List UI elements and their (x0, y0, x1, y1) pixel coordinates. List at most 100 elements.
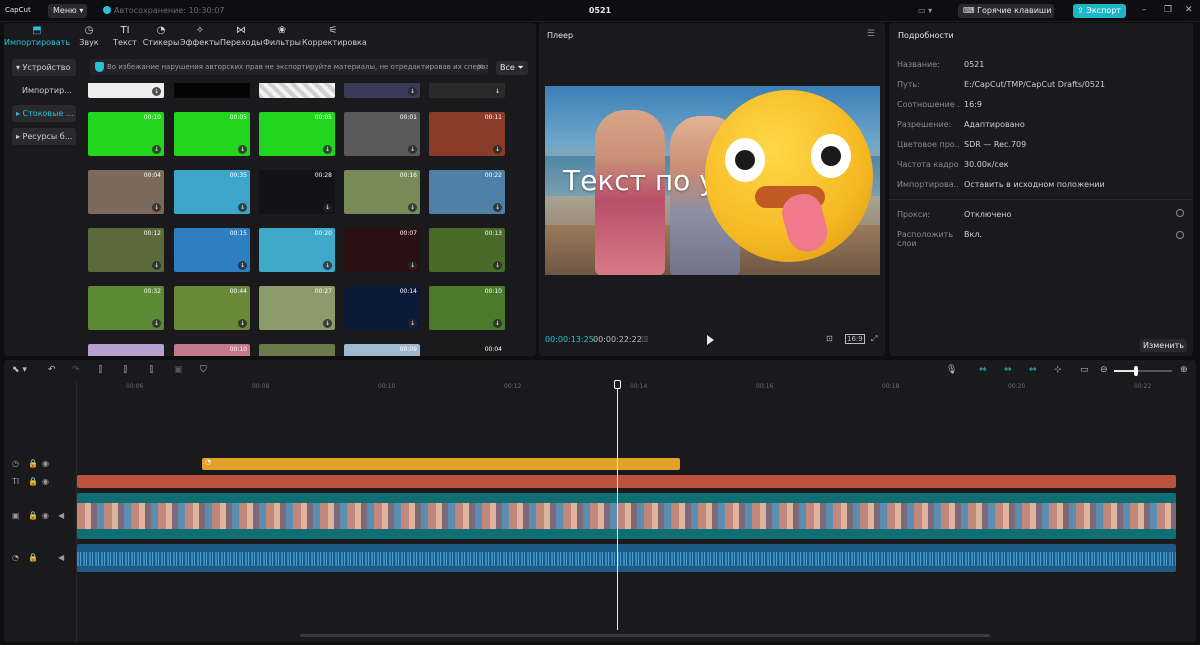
download-icon[interactable]: ↓ (493, 261, 502, 270)
download-icon[interactable]: ↓ (493, 145, 502, 154)
media-thumb[interactable]: ↓ (88, 83, 164, 98)
eye-icon[interactable]: ◉ (42, 511, 49, 520)
delete-left-icon[interactable]: ⫿ (124, 365, 127, 375)
download-icon[interactable]: ↓ (152, 87, 161, 96)
download-icon[interactable]: ↓ (408, 145, 417, 154)
download-icon[interactable]: ↓ (408, 87, 417, 96)
media-thumb[interactable]: 00:04↓ (88, 170, 164, 214)
info-icon[interactable] (1176, 209, 1184, 217)
download-icon[interactable]: ↓ (408, 203, 417, 212)
media-thumb[interactable] (174, 83, 250, 98)
media-thumb[interactable]: 00:10↓ (174, 344, 250, 356)
media-thumb[interactable]: 00:22 ↓ (429, 170, 505, 214)
sidebar-item-device[interactable]: ▾ Устройство (12, 59, 76, 76)
lock-icon[interactable]: 🔒 (28, 553, 38, 562)
aspect-ratio-button[interactable]: 16:9 (845, 334, 865, 344)
undo-icon[interactable]: ↶ (48, 365, 56, 375)
download-icon[interactable]: ↓ (152, 203, 161, 212)
media-thumb[interactable]: 00:10↓ (88, 112, 164, 156)
export-button[interactable]: ⇪ Экспорт (1073, 4, 1126, 18)
tab-adjustment[interactable]: ⚟ Корректировка (302, 23, 367, 50)
delete-icon[interactable]: ▣ (174, 365, 183, 375)
sticker-emoji[interactable] (705, 90, 873, 262)
zoom-slider-handle[interactable] (1134, 366, 1138, 376)
media-thumb[interactable]: 00:05 ↓ (174, 112, 250, 156)
media-thumb[interactable]: 00:12 ↓ (88, 228, 164, 272)
link-main-icon[interactable]: ⇔ (979, 365, 987, 375)
media-thumb[interactable]: 00:04↓ (429, 344, 505, 356)
tab-import[interactable]: ⬒ Импортировать (4, 23, 70, 50)
link-icon[interactable]: ⇔ (1004, 365, 1012, 375)
select-tool-icon[interactable]: ⬉ ▾ (12, 365, 27, 375)
media-thumb[interactable]: 00:07 ↓ (344, 228, 420, 272)
download-icon[interactable]: ↓ (408, 261, 417, 270)
menu-icon[interactable]: ☰ (867, 29, 875, 39)
media-thumb[interactable]: 00:13 ↓ (429, 228, 505, 272)
video-preview[interactable]: Текст по у (545, 86, 880, 275)
tab-audio[interactable]: ◷ Звук (70, 23, 108, 50)
download-icon[interactable]: ↓ (152, 261, 161, 270)
zoom-slider[interactable] (1114, 366, 1172, 376)
lock-icon[interactable]: 🔒 (28, 459, 38, 468)
sidebar-item-free-resources[interactable]: ▸ Ресурсы б... (12, 128, 76, 145)
eye-icon[interactable]: ◉ (42, 477, 49, 486)
download-icon[interactable]: ↓ (238, 319, 247, 328)
shield-icon[interactable]: ⛉ (200, 365, 207, 375)
layout-icon[interactable]: ▭ ▾ (918, 6, 938, 16)
download-icon[interactable]: ↓ (238, 203, 247, 212)
audio-clip[interactable] (77, 544, 1176, 572)
media-thumb[interactable] (259, 83, 335, 98)
sticker-clip[interactable]: ◔ (202, 458, 680, 470)
download-icon[interactable]: ↓ (323, 319, 332, 328)
redo-icon[interactable]: ↷ (72, 365, 80, 375)
crop-icon[interactable]: ⊡ (826, 334, 833, 343)
zoom-in-icon[interactable]: ⊕ (1180, 365, 1188, 375)
playhead[interactable] (617, 382, 618, 630)
eye-icon[interactable]: ◉ (42, 459, 49, 468)
restore-icon[interactable]: ❐ (1164, 5, 1172, 15)
hotkeys-button[interactable]: ⌨ Горячие клавиши (958, 4, 1054, 18)
overlay-text[interactable]: Текст по у (563, 164, 716, 197)
media-thumb[interactable]: 00:44 ↓ (174, 286, 250, 330)
media-thumb[interactable]: 00:15 ↓ (174, 228, 250, 272)
download-icon[interactable]: ↓ (323, 261, 332, 270)
minimize-icon[interactable]: – (1142, 5, 1147, 15)
play-icon[interactable] (707, 335, 714, 345)
media-thumb[interactable]: ↓ (344, 83, 420, 98)
tab-stickers[interactable]: ◔ Стикеры (142, 23, 180, 50)
media-thumb[interactable]: 00:35 ↓ (174, 170, 250, 214)
close-icon[interactable]: ✕ (477, 59, 483, 75)
media-thumb[interactable]: 00:10↓ (429, 286, 505, 330)
media-thumb[interactable]: 00:16 ↓ (344, 170, 420, 214)
media-thumb[interactable]: 00:27 ↓ (259, 286, 335, 330)
download-icon[interactable]: ↓ (323, 203, 332, 212)
media-thumb[interactable]: ↓ (259, 344, 335, 356)
sidebar-item-stock[interactable]: ▸ Стоковые ... (12, 105, 76, 122)
download-icon[interactable]: ↓ (493, 319, 502, 328)
media-thumb[interactable]: 00:14 ↓ (344, 286, 420, 330)
media-thumb[interactable]: ↓ (429, 83, 505, 98)
download-icon[interactable]: ↓ (408, 319, 417, 328)
split-icon[interactable]: ⫿ (99, 365, 102, 375)
download-icon[interactable]: ↓ (238, 145, 247, 154)
download-icon[interactable]: ↓ (323, 145, 332, 154)
download-icon[interactable]: ↓ (152, 319, 161, 328)
close-icon[interactable]: ✕ (1185, 5, 1193, 15)
tab-text[interactable]: TI Текст (108, 23, 142, 50)
magnet-icon[interactable]: ⇔ (1029, 365, 1037, 375)
download-icon[interactable]: ↓ (493, 87, 502, 96)
grid-view-icon[interactable]: ▥ (641, 334, 649, 343)
media-thumb[interactable]: 00:20 ↓ (259, 228, 335, 272)
media-thumb[interactable]: 00:11 ↓ (429, 112, 505, 156)
microphone-icon[interactable]: 🎙 (946, 365, 957, 375)
filter-button[interactable]: Все ⏷ (496, 61, 528, 75)
timeline-ruler[interactable]: 00:06 00:08 00:10 00:12 00:14 00:16 00:18 00:20… (78, 382, 1196, 394)
lock-icon[interactable]: 🔒 (28, 511, 38, 520)
download-icon[interactable]: ↓ (238, 261, 247, 270)
media-thumb[interactable]: ↓ (88, 344, 164, 356)
video-clip[interactable] (77, 493, 1176, 539)
media-thumb[interactable]: 00:01 ↓ (344, 112, 420, 156)
text-clip[interactable] (77, 475, 1176, 488)
fullscreen-icon[interactable]: ⤢ (871, 334, 877, 344)
download-icon[interactable]: ↓ (493, 203, 502, 212)
